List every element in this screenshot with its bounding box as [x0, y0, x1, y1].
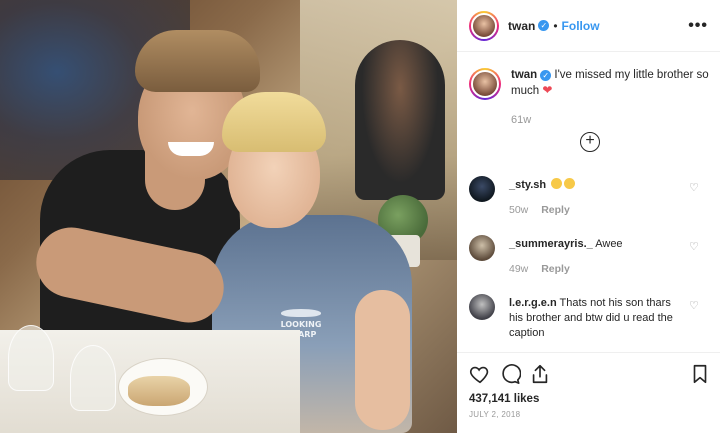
reply-button[interactable]: Reply [541, 204, 570, 216]
like-heart-icon[interactable] [469, 363, 491, 385]
comment-avatar[interactable] [469, 176, 495, 202]
share-icon[interactable] [529, 363, 551, 385]
caption-text: twan ✓ I've missed my little brother so m… [511, 68, 709, 100]
comment-text: Awee [592, 238, 623, 250]
comment-body: _summerayris._ Awee [509, 237, 684, 252]
comment-timestamp: 49w [509, 263, 529, 275]
caption-timestamp: 61w [511, 114, 532, 126]
caption: twan ✓ I've missed my little brother so m… [469, 68, 709, 100]
like-comment-icon[interactable]: ♡ [689, 181, 699, 194]
post-date: JULY 2, 2018 [469, 410, 521, 419]
cowboy-emoji-icon [551, 178, 563, 189]
follow-button[interactable]: Follow [562, 19, 600, 33]
wine-glass [70, 345, 116, 411]
caption-avatar[interactable] [469, 68, 501, 100]
shirt-text-line1: LOOKING [280, 320, 322, 329]
comment-timestamp: 50w [509, 204, 529, 216]
post-side-panel: twan ✓ • Follow ••• twan ✓ I've missed my… [457, 0, 720, 433]
man-hair [135, 30, 260, 92]
man-smile [168, 142, 214, 156]
shark-graphic [281, 309, 321, 317]
comment-username[interactable]: _sty.sh [509, 179, 546, 191]
likes-count[interactable]: 437,141 likes [469, 393, 539, 405]
comment-username[interactable]: l.e.r.g.e.n [509, 297, 557, 309]
comment-body: l.e.r.g.e.n Thats not his son thars his … [509, 296, 684, 341]
reply-button[interactable]: Reply [541, 263, 570, 275]
cowboy-emoji-icon [564, 178, 576, 189]
bookmark-icon[interactable] [689, 363, 711, 385]
caption-username[interactable]: twan [511, 69, 537, 81]
comment-body: _sty.sh [509, 178, 684, 193]
post-actions: 437,141 likes JULY 2, 2018 [457, 352, 720, 433]
wine-glass [8, 325, 54, 391]
separator-dot: • [553, 18, 558, 33]
comment-username[interactable]: _summerayris._ [509, 238, 593, 250]
comment-meta: 50w Reply [509, 204, 570, 216]
verified-badge-icon: ✓ [538, 20, 550, 31]
post-header: twan ✓ • Follow ••• [457, 0, 720, 52]
more-options-icon[interactable]: ••• [688, 17, 708, 35]
post-photo[interactable]: LOOKING SHARP [0, 0, 457, 433]
verified-badge-icon: ✓ [540, 70, 552, 81]
comment-avatar[interactable] [469, 235, 495, 261]
like-comment-icon[interactable]: ♡ [689, 299, 699, 312]
comment-meta: 49w Reply [509, 263, 570, 275]
boy-arm [355, 290, 410, 430]
background-man [355, 40, 445, 200]
avatar[interactable] [469, 10, 499, 41]
comment-avatar[interactable] [469, 294, 495, 320]
bread [128, 376, 190, 406]
heart-emoji-icon: ❤ [542, 83, 553, 97]
comment-bubble-icon[interactable] [499, 363, 521, 385]
load-more-comments-button[interactable]: + [580, 132, 600, 152]
like-comment-icon[interactable]: ♡ [689, 240, 699, 253]
header-username[interactable]: twan [508, 19, 535, 33]
